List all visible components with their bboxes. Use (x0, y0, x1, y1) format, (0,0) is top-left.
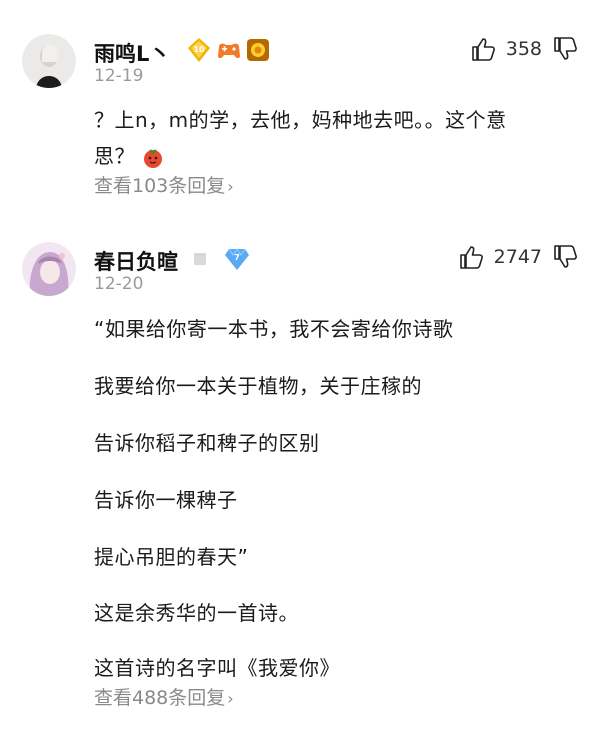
like-count: 2747 (493, 246, 542, 268)
comment-text-line: 这是余秀华的一首诗。 (94, 601, 299, 625)
chevron-right-icon: › (227, 689, 234, 708)
comment-item: 春日负暄 7 12-20 2747 “如果给你寄一本书，我不会寄给你诗歌 我要给… (0, 0, 600, 729)
comment-text-line: 告诉你一棵稗子 (94, 488, 238, 512)
view-replies-link[interactable]: 查看488条回复 › (94, 683, 234, 710)
comment-text-line: 提心吊胆的春天” (94, 545, 249, 569)
username[interactable]: 春日负暄 (94, 246, 178, 276)
thumbs-down-icon[interactable] (552, 244, 578, 270)
avatar[interactable] (22, 242, 76, 296)
badges: 7 (194, 247, 250, 271)
comment-text-line: 我要给你一本关于植物，关于庄稼的 (94, 374, 422, 398)
comment-date: 12-20 (94, 274, 144, 294)
comment-text-line: “如果给你寄一本书，我不会寄给你诗歌 (94, 317, 454, 341)
diamond-level-icon: 7 (225, 248, 249, 270)
square-badge-icon (194, 253, 206, 265)
level-badge-number: 7 (234, 253, 240, 262)
comment-text-line: 告诉你稻子和稗子的区别 (94, 431, 320, 455)
thumbs-up-icon[interactable] (458, 244, 484, 270)
like-area: 2747 (458, 244, 578, 270)
view-replies-label: 查看488条回复 (94, 687, 226, 709)
comment-text-line: 这首诗的名字叫《我爱你》 (94, 656, 340, 680)
